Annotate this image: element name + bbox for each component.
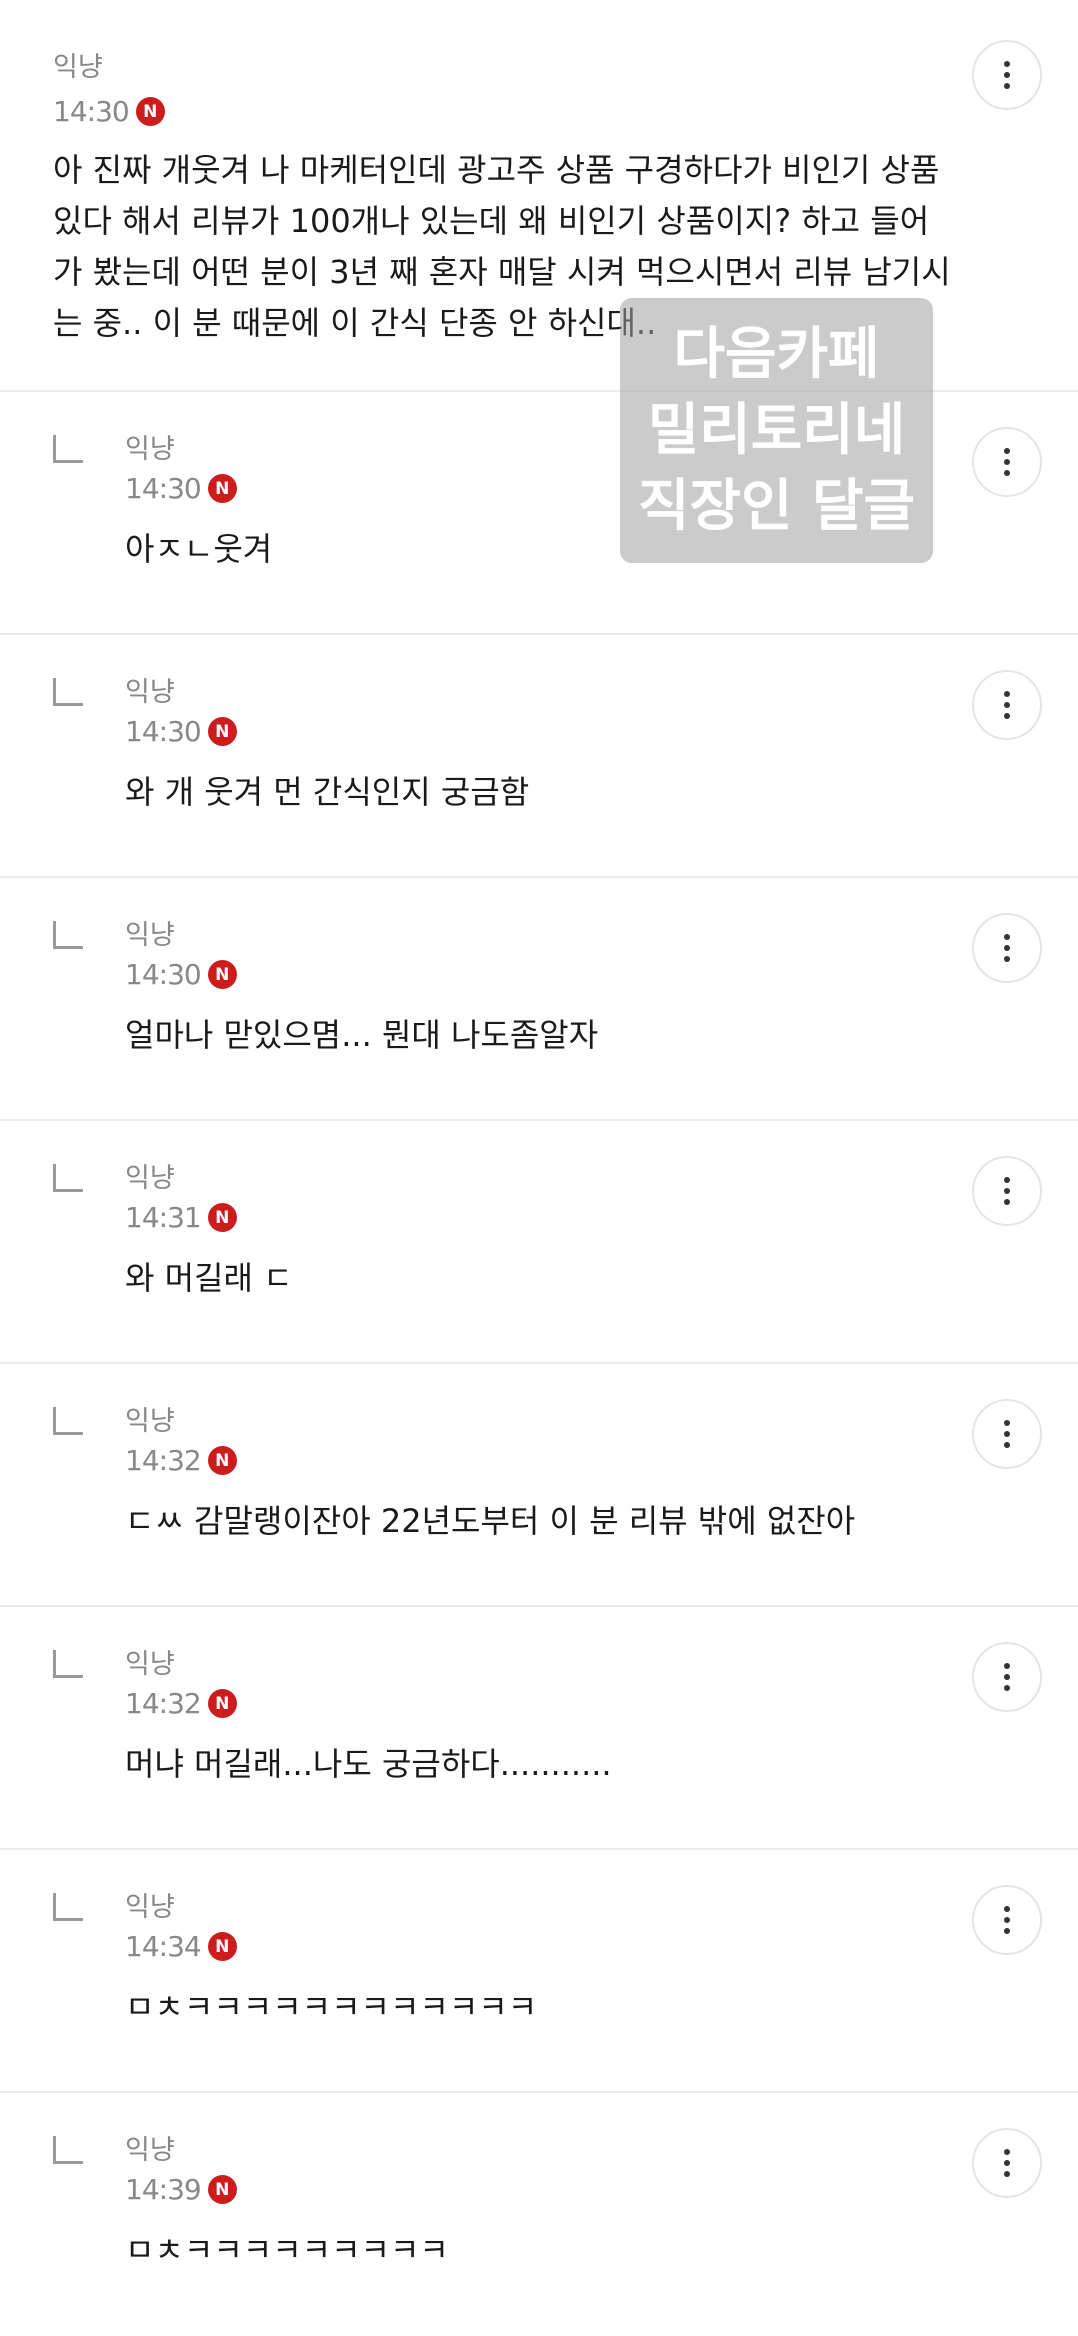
comment-time: 14:34 (125, 1930, 202, 1963)
comment-text: 머냐 머길래...나도 궁금하다........... (125, 1745, 612, 1783)
new-badge-icon: N (207, 1446, 237, 1475)
comment-meta: 14:32 N (125, 1687, 237, 1720)
reply-item: 익냥 14:31 N 와 머길래 ㄷ (0, 1121, 1078, 1364)
comment-time: 14:32 (125, 1444, 202, 1477)
new-badge-icon: N (207, 1689, 237, 1718)
more-options-button[interactable] (972, 913, 1042, 983)
comment-meta: 14:30 N (53, 95, 165, 128)
comment-text: ㄷㅆ 감말랭이잔아 22년도부터 이 분 리뷰 밖에 없잔아 (125, 1502, 856, 1540)
comment-author: 익냥 (125, 920, 175, 951)
comment-text: 와 개 웃겨 먼 간식인지 궁금함 (125, 773, 530, 811)
comment-author: 익냥 (125, 434, 175, 465)
more-options-button[interactable] (972, 40, 1042, 110)
reply-item: 익냥 14:30 N 얼마나 맏있으몀... 뭔대 나도좀알자 (0, 878, 1078, 1121)
reply-arrow-icon (53, 1650, 83, 1678)
reply-item: 익냥 14:30 N 와 개 웃겨 먼 간식인지 궁금함 (0, 635, 1078, 878)
comment-author: 익냥 (125, 2135, 175, 2166)
comment-text: ㅁㅊㅋㅋㅋㅋㅋㅋㅋㅋㅋㅋㅋㅋ (125, 1988, 538, 2026)
watermark-line: 밀리토리네 (647, 397, 906, 463)
new-badge-icon: N (207, 2175, 237, 2204)
watermark-line: 직장인 달글 (637, 473, 916, 539)
comment-time: 14:31 (125, 1201, 202, 1234)
reply-arrow-icon (53, 678, 83, 706)
more-options-button[interactable] (972, 1156, 1042, 1226)
reply-item: 익냥 14:39 N ㅁㅊㅋㅋㅋㅋㅋㅋㅋㅋㅋ (0, 2093, 1078, 2336)
new-badge-icon: N (207, 474, 237, 503)
reply-arrow-icon (53, 435, 83, 463)
more-options-button[interactable] (972, 1885, 1042, 1955)
reply-item: 익냥 14:32 N ㄷㅆ 감말랭이잔아 22년도부터 이 분 리뷰 밖에 없잔… (0, 1364, 1078, 1607)
comment-text: 얼마나 맏있으몀... 뭔대 나도좀알자 (125, 1016, 599, 1054)
reply-arrow-icon (53, 1893, 83, 1921)
more-vertical-icon (1004, 1906, 1010, 1912)
comment-meta: 14:32 N (125, 1444, 237, 1477)
comment-text: 와 머길래 ㄷ (125, 1259, 293, 1297)
comment-author: 익냥 (125, 1649, 175, 1680)
comment-text: ㅁㅊㅋㅋㅋㅋㅋㅋㅋㅋㅋ (125, 2231, 449, 2269)
new-badge-icon: N (207, 1203, 237, 1232)
more-options-button[interactable] (972, 2128, 1042, 2198)
comment-meta: 14:30 N (125, 715, 237, 748)
comment-author: 익냥 (125, 1406, 175, 1437)
new-badge-icon: N (207, 717, 237, 746)
more-vertical-icon (1004, 1420, 1010, 1426)
more-options-button[interactable] (972, 670, 1042, 740)
watermark-line: 다음카페 (673, 321, 880, 387)
new-badge-icon: N (207, 960, 237, 989)
comment-author: 익냥 (125, 1163, 175, 1194)
new-badge-icon: N (207, 1932, 237, 1961)
comment-time: 14:39 (125, 2173, 202, 2206)
comment-time: 14:32 (125, 1687, 202, 1720)
more-vertical-icon (1004, 448, 1010, 454)
reply-arrow-icon (53, 2136, 83, 2164)
reply-arrow-icon (53, 1164, 83, 1192)
comment-time: 14:30 (125, 472, 202, 505)
comment-meta: 14:34 N (125, 1930, 237, 1963)
more-vertical-icon (1004, 1177, 1010, 1183)
comment-author: 익냥 (53, 52, 103, 83)
comment-time: 14:30 (125, 715, 202, 748)
more-vertical-icon (1004, 2149, 1010, 2155)
reply-arrow-icon (53, 1407, 83, 1435)
more-options-button[interactable] (972, 427, 1042, 497)
comment-meta: 14:31 N (125, 1201, 237, 1234)
comment-meta: 14:30 N (125, 958, 237, 991)
cafe-watermark: 다음카페 밀리토리네 직장인 달글 (620, 298, 933, 563)
more-vertical-icon (1004, 691, 1010, 697)
reply-item: 익냥 14:32 N 머냐 머길래...나도 궁금하다........... (0, 1607, 1078, 1850)
comment-time: 14:30 (125, 958, 202, 991)
reply-arrow-icon (53, 921, 83, 949)
more-options-button[interactable] (972, 1399, 1042, 1469)
more-vertical-icon (1004, 1663, 1010, 1669)
new-badge-icon: N (135, 97, 165, 126)
comment-meta: 14:30 N (125, 472, 237, 505)
reply-item: 익냥 14:34 N ㅁㅊㅋㅋㅋㅋㅋㅋㅋㅋㅋㅋㅋㅋ (0, 1850, 1078, 2093)
comment-author: 익냥 (125, 677, 175, 708)
comment-time: 14:30 (53, 95, 130, 128)
more-options-button[interactable] (972, 1642, 1042, 1712)
more-vertical-icon (1004, 61, 1010, 67)
comment-author: 익냥 (125, 1892, 175, 1923)
more-vertical-icon (1004, 934, 1010, 940)
comment-meta: 14:39 N (125, 2173, 237, 2206)
